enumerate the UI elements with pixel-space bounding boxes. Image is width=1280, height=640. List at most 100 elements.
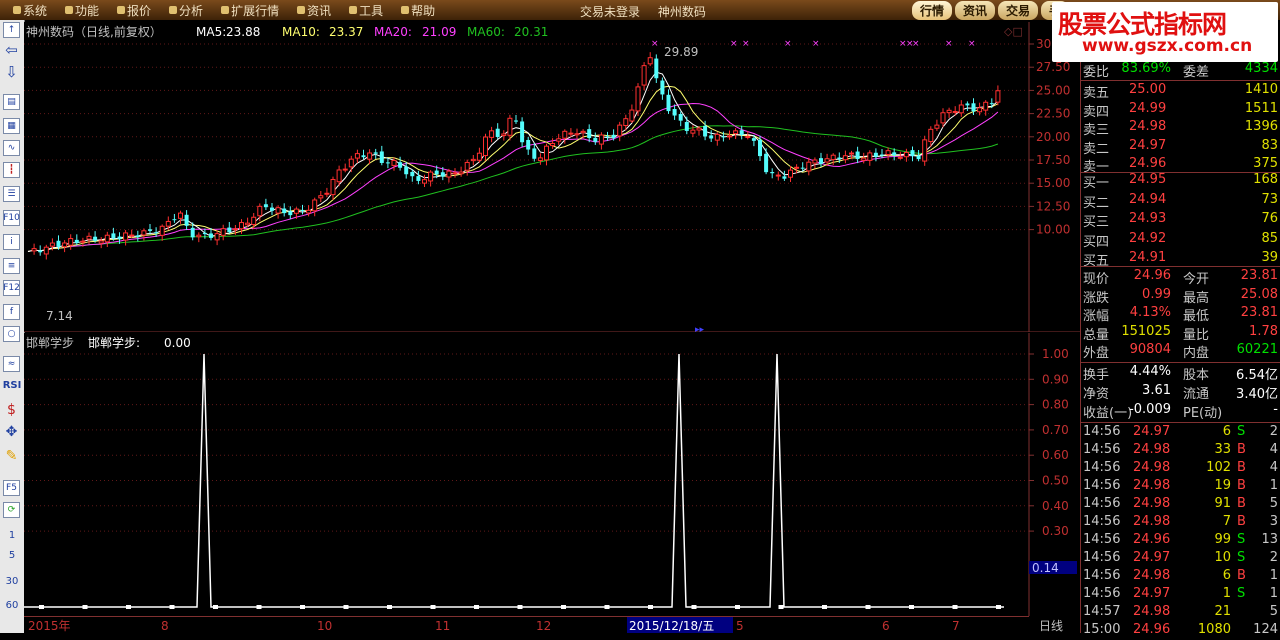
line-chart-icon[interactable]: ∿ — [3, 140, 20, 156]
report-icon[interactable]: ▤ — [3, 94, 20, 110]
candle-body — [806, 161, 812, 172]
candle-body — [312, 199, 318, 212]
candle-body — [629, 109, 635, 122]
down-arrow-icon[interactable]: ⇩ — [3, 63, 20, 81]
divider — [1081, 266, 1280, 267]
tick-count: 2 — [1269, 550, 1278, 565]
candle-body — [684, 121, 689, 131]
kline-y-tick-label: 27.50 — [1036, 60, 1070, 74]
candle-body — [745, 135, 751, 138]
candle-body — [43, 246, 49, 255]
menu-item-5[interactable]: 资讯 — [288, 2, 340, 19]
right-tab-0[interactable]: 行情 — [912, 1, 953, 20]
tick-side: S — [1237, 532, 1246, 547]
stat-label: 现价 — [1083, 272, 1110, 287]
divider — [1081, 422, 1280, 423]
rsi-icon[interactable]: RSI — [2, 380, 22, 391]
indicator-point — [996, 605, 1001, 609]
period-60min[interactable]: 60 — [2, 600, 22, 611]
f10-icon[interactable]: F10 — [3, 210, 20, 226]
candle-body — [623, 118, 629, 126]
signal-mark: × — [912, 39, 920, 49]
period-1min[interactable]: 1 — [2, 530, 22, 541]
candle-body — [880, 154, 884, 156]
indicator-point — [648, 605, 653, 609]
candle-body — [824, 158, 830, 163]
tick-time: 14:56 — [1083, 514, 1121, 529]
menu-item-7[interactable]: 帮助 — [392, 2, 444, 19]
tick-row: 14:56 24.98 102 B 4 — [1081, 460, 1280, 478]
list-icon[interactable]: ☰ — [3, 186, 20, 202]
info-icon[interactable]: i — [3, 234, 20, 250]
move-icon[interactable]: ✥ — [3, 424, 20, 440]
bid-price: 24.93 — [1129, 211, 1167, 227]
menu-item-3[interactable]: 分析 — [160, 2, 212, 19]
candle-body — [367, 152, 373, 160]
menu-bullet-icon — [117, 6, 126, 14]
ask-volume: 375 — [1253, 156, 1278, 172]
ma5-value: 23.88 — [226, 25, 260, 39]
candle-body — [611, 134, 616, 139]
left-arrow-icon[interactable]: ⇦ — [3, 41, 20, 59]
date-label-aug: 8 — [161, 619, 169, 633]
menu-bullet-icon — [169, 6, 178, 14]
circle-icon[interactable]: ○ — [3, 326, 20, 342]
stat-value: 4.13% — [1129, 305, 1171, 321]
menu-item-2[interactable]: 报价 — [108, 2, 160, 19]
formula-icon[interactable]: f — [3, 304, 20, 320]
indicator-chart[interactable]: 1.00 0.90 0.80 0.70 0.60 0.50 0.40 0.30 0.14 邯郸… — [24, 333, 1080, 616]
candle-body — [98, 240, 104, 244]
indicator-point — [213, 605, 218, 609]
kline-y-tick-label: 20.00 — [1036, 130, 1070, 144]
indicator-point — [691, 605, 697, 609]
f12-icon[interactable]: F12 — [3, 280, 20, 296]
candle-body — [903, 151, 909, 158]
signal-mark: × — [784, 39, 792, 49]
doc-icon[interactable]: ≡ — [3, 258, 20, 274]
period-30min[interactable]: 30 — [2, 576, 22, 587]
candle-body — [922, 139, 928, 162]
candle-body — [501, 133, 507, 136]
wave-icon[interactable]: ≈ — [3, 356, 20, 372]
right-tab-1[interactable]: 资讯 — [955, 1, 996, 20]
menu-item-6[interactable]: 工具 — [340, 2, 392, 19]
period-label[interactable]: 日线 — [1039, 619, 1063, 633]
bid-row-4: 买四 24.92 85 — [1081, 231, 1280, 250]
candle-body — [476, 152, 482, 161]
bid-price: 24.95 — [1129, 172, 1167, 187]
kline-chart[interactable]: 30 27.50 25.00 22.50 20.00 17.50 15.00 12.50 10.… — [24, 22, 1080, 332]
fund-value: - — [1273, 402, 1278, 417]
refresh-icon[interactable]: ⟳ — [3, 502, 20, 518]
candle-body — [196, 234, 202, 238]
table-icon[interactable]: ▦ — [3, 118, 20, 134]
dollar-icon[interactable]: $ — [3, 402, 20, 418]
f5-icon[interactable]: F5 — [3, 480, 20, 496]
menu-item-label: 功能 — [75, 3, 100, 18]
webi-row: 委比 83.69% 委差 4334 — [1081, 61, 1280, 80]
signal-mark: × — [730, 39, 738, 49]
menu-item-0[interactable]: 系统 — [4, 2, 56, 19]
login-status: 交易未登录 — [580, 5, 641, 19]
restore-icon[interactable]: ◇□ — [1004, 25, 1023, 38]
tick-price: 24.97 — [1133, 424, 1171, 439]
candle-body — [775, 174, 781, 177]
candle-body — [617, 124, 623, 137]
candle-body — [928, 128, 934, 143]
pencil-icon[interactable]: ✎ — [3, 448, 20, 464]
period-5min[interactable]: 5 — [2, 550, 22, 561]
bid-volume: 39 — [1261, 250, 1278, 266]
candle-body — [288, 211, 293, 216]
tick-volume: 10 — [1214, 550, 1231, 565]
candle-body — [897, 156, 903, 159]
fund-label: 收益(一) — [1083, 406, 1133, 421]
ask-label: 卖三 — [1083, 123, 1110, 139]
menu-item-4[interactable]: 扩展行情 — [212, 2, 288, 19]
candle-icon[interactable]: ┇ — [3, 162, 20, 178]
candle-body — [855, 151, 860, 159]
right-tab-2[interactable]: 交易 — [998, 1, 1039, 20]
candle-body — [635, 86, 641, 112]
scroll-marker-icon[interactable]: ▸▸ — [695, 325, 705, 332]
menu-item-1[interactable]: 功能 — [56, 2, 108, 19]
up-arrow-icon[interactable]: ↑ — [3, 22, 20, 38]
tick-time: 14:56 — [1083, 424, 1121, 439]
